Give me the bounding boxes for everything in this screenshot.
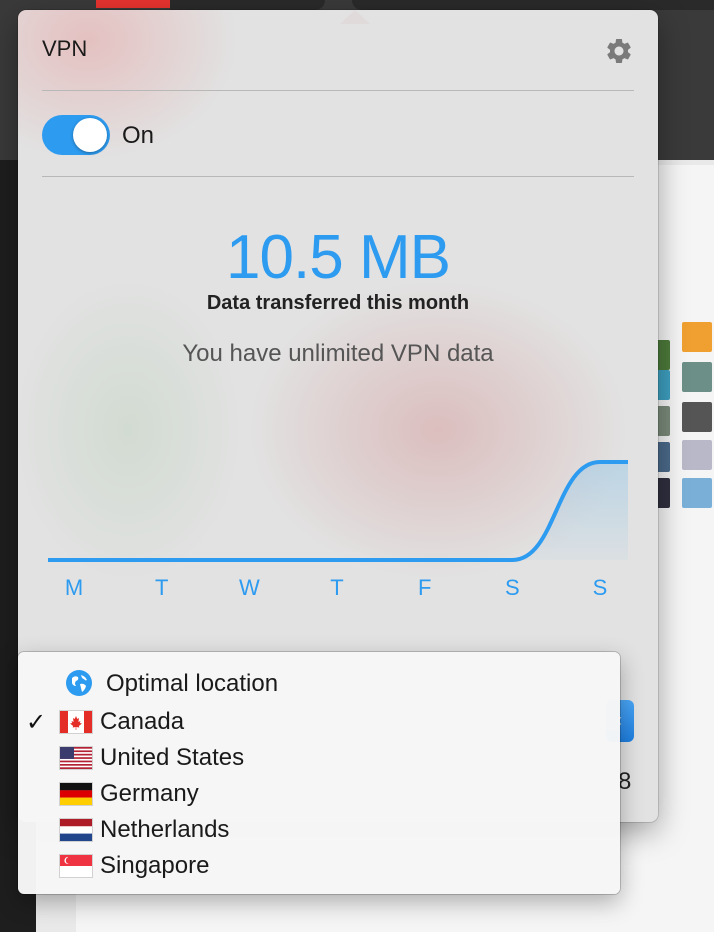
checkmark-icon: ✓ [26, 709, 47, 736]
day-label: T [330, 575, 343, 600]
flag-singapore-icon [60, 855, 92, 877]
flag-germany-icon [60, 783, 92, 805]
menu-item-label: Optimal location [106, 670, 279, 697]
menu-item-label: United States [100, 744, 245, 771]
thumbnail [656, 442, 670, 472]
weekly-usage-chart: MTWTFSS [48, 460, 628, 600]
flag-us-icon [60, 747, 92, 769]
vpn-toggle[interactable] [42, 115, 110, 155]
background-thumbnails [656, 322, 714, 512]
unlimited-data-note: You have unlimited VPN data [182, 340, 494, 367]
gear-icon[interactable] [604, 36, 634, 66]
divider [42, 176, 634, 177]
globe-icon [66, 670, 92, 696]
background-menubar [170, 0, 325, 10]
usage-area [48, 462, 628, 560]
location-menu: Optimal location ✓ Canada United States [18, 652, 620, 894]
thumbnail [682, 362, 712, 392]
thumbnail [656, 406, 670, 436]
flag-canada-icon [60, 711, 92, 733]
flag-netherlands-icon [60, 819, 92, 841]
menu-item-netherlands[interactable]: Netherlands [18, 812, 620, 848]
menu-item-label: Singapore [100, 852, 210, 879]
data-transferred-caption: Data transferred this month [206, 292, 470, 314]
menu-item-optimal-location[interactable]: Optimal location [18, 666, 620, 702]
thumbnail [682, 402, 712, 432]
day-label: S [593, 575, 608, 600]
day-label: F [418, 575, 431, 600]
menu-item-label: Canada [100, 708, 185, 735]
toggle-label: On [122, 122, 155, 149]
thumbnail [656, 340, 670, 370]
menu-item-germany[interactable]: Germany [18, 776, 620, 812]
thumbnail [656, 370, 670, 400]
day-label: T [155, 575, 168, 600]
day-label: W [239, 575, 260, 600]
thumbnail [682, 322, 712, 352]
toggle-knob[interactable] [73, 118, 107, 152]
thumbnail [682, 478, 712, 508]
popover-title: VPN [42, 36, 88, 61]
thumbnail [682, 440, 712, 470]
menu-item-canada[interactable]: ✓ Canada [18, 704, 620, 740]
background-tab-indicator [96, 0, 174, 8]
menu-item-singapore[interactable]: Singapore [18, 848, 620, 884]
menu-item-united-states[interactable]: United States [18, 740, 620, 776]
background-menubar [352, 0, 714, 10]
day-label: M [65, 575, 83, 600]
data-transferred-value: 10.5 MB [226, 223, 451, 292]
partial-text: 8 [618, 768, 632, 795]
popover-arrow [340, 10, 370, 24]
menu-item-label: Germany [100, 780, 199, 807]
divider [42, 90, 634, 91]
menu-item-label: Netherlands [100, 816, 230, 843]
thumbnail [656, 478, 670, 508]
day-label: S [505, 575, 520, 600]
